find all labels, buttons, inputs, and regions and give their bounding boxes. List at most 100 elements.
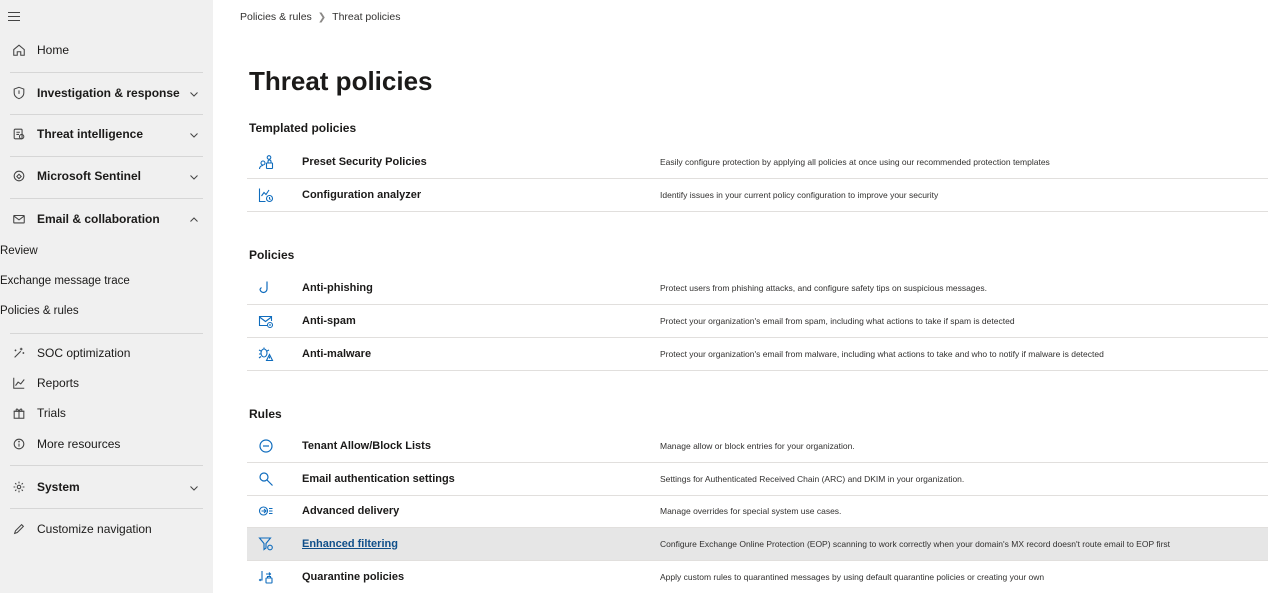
main-content: Policies & rules ❯ Threat policies Threa… [213, 0, 1269, 593]
nav-item-more-resources[interactable]: More resources [0, 430, 213, 458]
nav-item-trials[interactable]: Trials [0, 399, 213, 427]
policy-description: Configure Exchange Online Protection (EO… [660, 539, 1171, 549]
nav-divider [10, 156, 203, 157]
nav-item-label: Trials [37, 406, 66, 420]
breadcrumb-parent-link[interactable]: Policies & rules [240, 11, 312, 23]
policy-name[interactable]: Advanced delivery [302, 505, 399, 517]
block-icon [257, 437, 275, 455]
shield-icon [12, 86, 26, 100]
policy-row-email-authentication-settings[interactable]: Email authentication settings Settings f… [247, 463, 1268, 496]
mail-icon [12, 212, 26, 226]
policy-row-anti-malware[interactable]: Anti-malware Protect your organization's… [247, 338, 1268, 371]
policy-description: Manage overrides for special system use … [660, 506, 842, 516]
gift-icon [12, 406, 26, 420]
policy-row-tenant-allow-block-lists[interactable]: Tenant Allow/Block Lists Manage allow or… [247, 430, 1268, 463]
nav-item-home[interactable]: Home [0, 36, 213, 64]
nav-item-email-collaboration[interactable]: Email & collaboration [0, 205, 213, 233]
chevron-up-icon[interactable] [189, 214, 199, 224]
policy-name[interactable]: Configuration analyzer [302, 189, 421, 201]
breadcrumb-current: Threat policies [332, 11, 401, 23]
policy-name[interactable]: Tenant Allow/Block Lists [302, 440, 431, 452]
fishhook-icon [257, 279, 275, 297]
breadcrumb-separator-icon: ❯ [317, 11, 327, 23]
policy-description: Protect your organization's email from m… [660, 349, 1104, 359]
nav-item-soc-optimization[interactable]: SOC optimization [0, 339, 213, 367]
policy-name[interactable]: Email authentication settings [302, 473, 455, 485]
chevron-down-icon[interactable] [189, 482, 199, 492]
info-icon [12, 437, 26, 451]
nav-item-threat-intelligence[interactable]: Threat intelligence [0, 120, 213, 148]
policy-description: Apply custom rules to quarantined messag… [660, 572, 1045, 582]
app-root: Home Investigation & response Threat int… [0, 0, 1269, 593]
sentinel-icon [12, 169, 26, 183]
left-navigation: Home Investigation & response Threat int… [0, 0, 213, 593]
gear-icon [12, 480, 26, 494]
policy-name[interactable]: Quarantine policies [302, 571, 404, 583]
nav-divider [10, 333, 203, 334]
page-title: Threat policies [249, 66, 433, 96]
section-title-templated-policies: Templated policies [249, 121, 357, 135]
quarantine-icon [257, 568, 275, 586]
chevron-down-icon[interactable] [189, 88, 199, 98]
nav-item-system[interactable]: System [0, 473, 213, 501]
filter-settings-icon [257, 535, 275, 553]
key-search-icon [257, 470, 275, 488]
nav-item-label: Email & collaboration [37, 212, 160, 226]
nav-divider [10, 198, 203, 199]
policy-row-anti-phishing[interactable]: Anti-phishing Protect users from phishin… [247, 272, 1268, 305]
policy-row-preset-security-policies[interactable]: Preset Security Policies Easily configur… [247, 146, 1268, 179]
soc-optimization-icon [12, 346, 26, 360]
policy-description: Settings for Authenticated Received Chai… [660, 474, 965, 484]
nav-divider [10, 72, 203, 73]
nav-item-label: Reports [37, 376, 80, 390]
nav-item-label: Threat intelligence [37, 127, 144, 141]
nav-item-investigation-response[interactable]: Investigation & response [0, 79, 213, 107]
policy-description: Easily configure protection by applying … [660, 157, 1050, 167]
nav-divider [10, 508, 203, 509]
nav-item-label: System [37, 480, 80, 494]
policy-description: Identify issues in your current policy c… [660, 190, 939, 200]
chevron-down-icon[interactable] [189, 129, 199, 139]
chart-icon [12, 376, 26, 390]
policy-description: Protect users from phishing attacks, and… [660, 283, 987, 293]
preset-security-icon [257, 153, 275, 171]
section-title-rules: Rules [249, 407, 282, 421]
threat-intel-icon [12, 127, 26, 141]
nav-item-microsoft-sentinel[interactable]: Microsoft Sentinel [0, 162, 213, 190]
policy-name[interactable]: Anti-phishing [302, 282, 373, 294]
nav-subitem-review[interactable]: Review [0, 240, 38, 262]
section-title-policies: Policies [249, 248, 295, 262]
nav-item-label: More resources [37, 437, 121, 451]
policy-row-advanced-delivery[interactable]: Advanced delivery Manage overrides for s… [247, 495, 1268, 528]
nav-item-label: Home [37, 43, 70, 57]
policy-description: Protect your organization's email from s… [660, 316, 1015, 326]
pencil-icon [12, 522, 26, 536]
policy-row-configuration-analyzer[interactable]: Configuration analyzer Identify issues i… [247, 179, 1268, 212]
mail-shield-icon [257, 312, 275, 330]
breadcrumb: Policies & rules ❯ Threat policies [240, 11, 400, 23]
policy-description: Manage allow or block entries for your o… [660, 441, 855, 451]
delivery-icon [257, 502, 275, 520]
policy-name[interactable]: Anti-spam [302, 315, 356, 327]
home-icon [12, 43, 26, 57]
chevron-down-icon[interactable] [189, 171, 199, 181]
policy-name[interactable]: Anti-malware [302, 348, 371, 360]
policy-row-enhanced-filtering[interactable]: Enhanced filtering Configure Exchange On… [247, 528, 1268, 561]
nav-item-label: Customize navigation [37, 522, 152, 536]
policy-row-anti-spam[interactable]: Anti-spam Protect your organization's em… [247, 305, 1268, 338]
nav-divider [10, 114, 203, 115]
policy-name-link[interactable]: Enhanced filtering [302, 538, 398, 550]
nav-item-label: Investigation & response [37, 86, 180, 100]
policy-name[interactable]: Preset Security Policies [302, 156, 427, 168]
nav-item-label: Microsoft Sentinel [37, 169, 142, 183]
bug-warning-icon [257, 345, 275, 363]
config-analyzer-icon [257, 186, 275, 204]
policy-row-quarantine-policies[interactable]: Quarantine policies Apply custom rules t… [247, 561, 1268, 593]
nav-item-reports[interactable]: Reports [0, 369, 213, 397]
nav-divider [10, 465, 203, 466]
nav-item-customize-navigation[interactable]: Customize navigation [0, 515, 213, 543]
nav-subitem-policies-rules[interactable]: Policies & rules [0, 300, 79, 322]
nav-subitem-exchange-message-trace[interactable]: Exchange message trace [0, 270, 130, 292]
hamburger-menu-icon[interactable] [8, 8, 26, 24]
nav-item-label: SOC optimization [37, 346, 131, 360]
